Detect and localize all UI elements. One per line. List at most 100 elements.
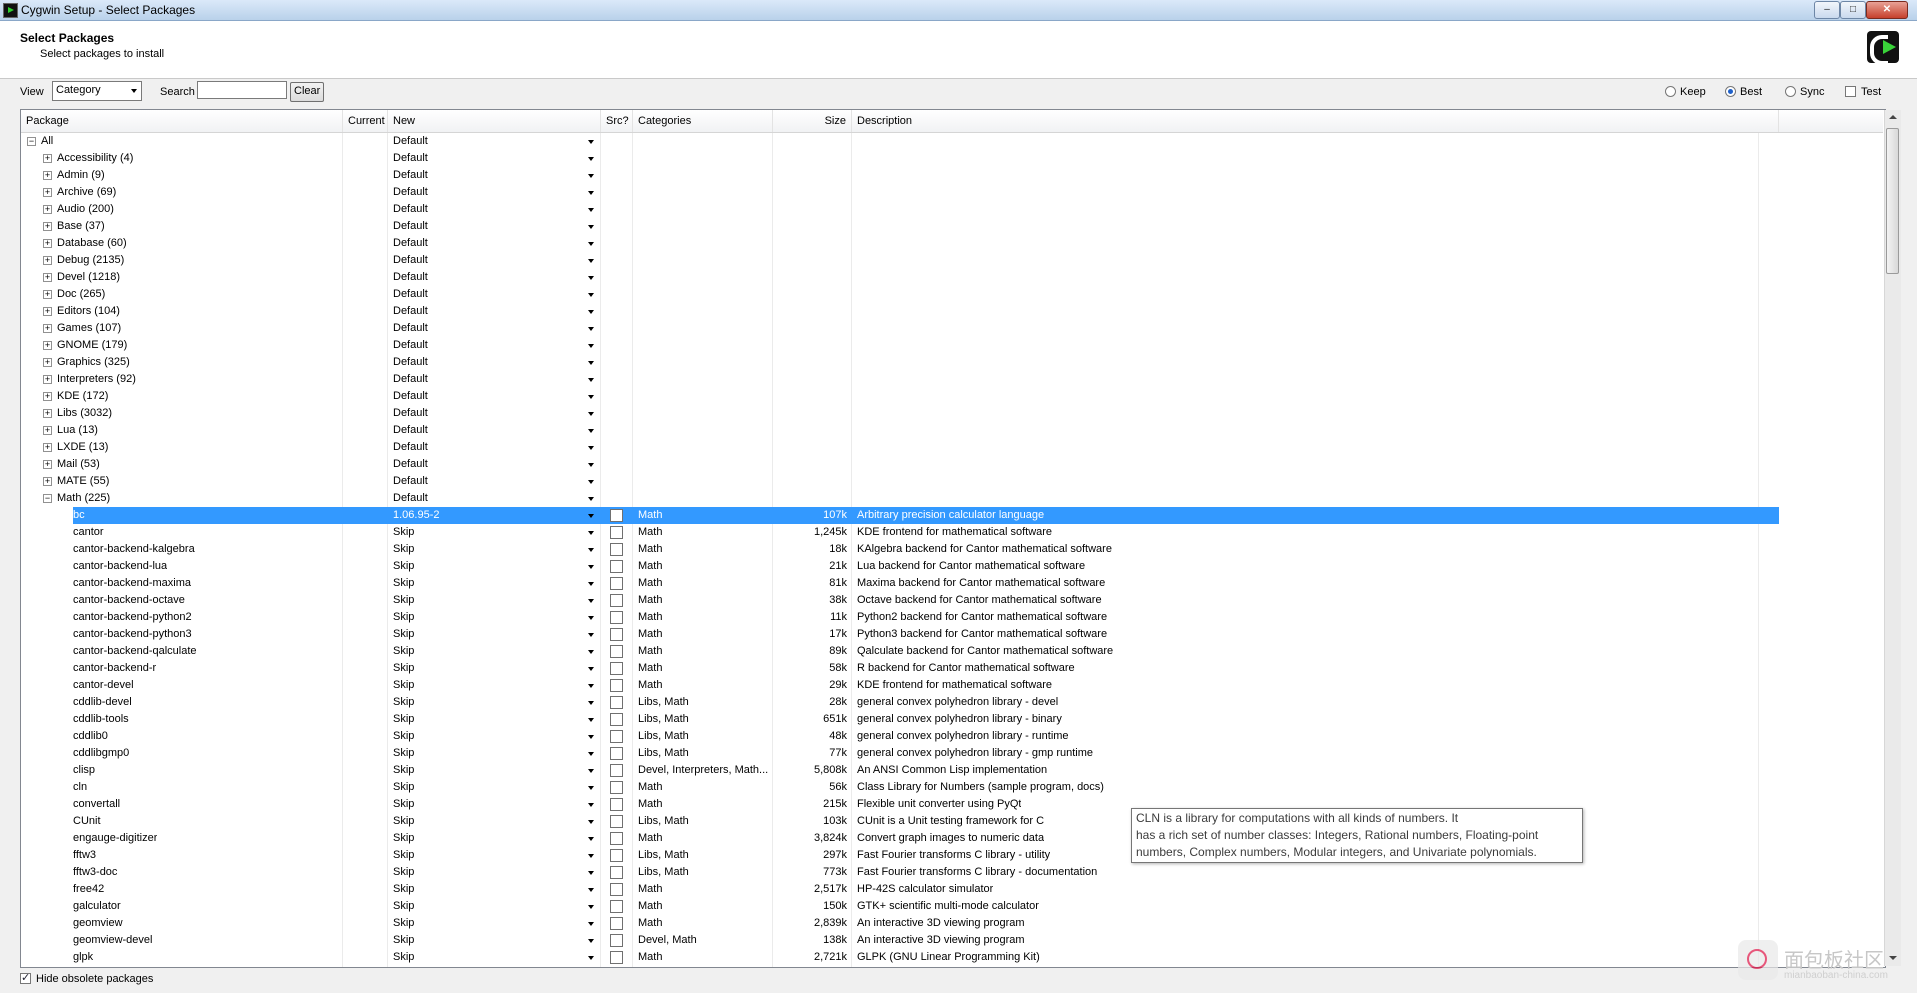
column-header-description[interactable]: Description [852, 110, 1779, 132]
new-version-select[interactable]: Skip [393, 541, 414, 558]
category-row[interactable]: + Libs (3032) Default [21, 405, 1883, 422]
new-version-select[interactable]: Default [393, 133, 428, 150]
new-version-select[interactable]: Default [393, 150, 428, 167]
package-row[interactable]: cantor-backend-octave Skip Math Octave back… [21, 592, 1883, 609]
chevron-down-icon[interactable] [588, 463, 594, 467]
best-radio[interactable] [1725, 86, 1736, 97]
chevron-down-icon[interactable] [588, 480, 594, 484]
category-row[interactable]: + MATE (55) Default [21, 473, 1883, 490]
expand-icon[interactable]: + [43, 273, 52, 282]
expand-icon[interactable]: + [43, 154, 52, 163]
chevron-down-icon[interactable] [588, 667, 594, 671]
package-row[interactable]: cddlib0 Skip Libs, Math general convex poly… [21, 728, 1883, 745]
chevron-down-icon[interactable] [588, 412, 594, 416]
category-row[interactable]: + Editors (104) Default [21, 303, 1883, 320]
source-checkbox[interactable] [610, 883, 623, 896]
chevron-down-icon[interactable] [588, 208, 594, 212]
expand-icon[interactable]: + [43, 358, 52, 367]
sync-radio[interactable] [1785, 86, 1796, 97]
source-checkbox[interactable] [610, 628, 623, 641]
best-label[interactable]: Best [1740, 86, 1762, 98]
new-version-select[interactable]: Default [393, 337, 428, 354]
package-row[interactable]: fftw3 Skip Libs, Math Fast Fourier transfor… [21, 847, 1883, 864]
source-checkbox[interactable] [610, 866, 623, 879]
category-row[interactable]: + Debug (2135) Default [21, 252, 1883, 269]
scroll-down-arrow-icon[interactable] [1885, 950, 1901, 966]
chevron-down-icon[interactable] [588, 446, 594, 450]
new-version-select[interactable]: Skip [393, 932, 414, 949]
expand-icon[interactable]: + [43, 256, 52, 265]
expand-icon[interactable]: + [43, 426, 52, 435]
category-row[interactable]: + Lua (13) Default [21, 422, 1883, 439]
new-version-select[interactable]: Skip [393, 915, 414, 932]
new-version-select[interactable]: Skip [393, 847, 414, 864]
chevron-down-icon[interactable] [588, 497, 594, 501]
expand-icon[interactable]: + [43, 341, 52, 350]
chevron-down-icon[interactable] [588, 174, 594, 178]
package-row[interactable]: cantor-backend-kalgebra Skip Math KAlgebra … [21, 541, 1883, 558]
category-row[interactable]: + GNOME (179) Default [21, 337, 1883, 354]
source-checkbox[interactable] [610, 764, 623, 777]
source-checkbox[interactable] [610, 611, 623, 624]
new-version-select[interactable]: Default [393, 439, 428, 456]
column-header-current[interactable]: Current [343, 110, 388, 132]
category-row[interactable]: − All Default [21, 133, 1883, 150]
test-label[interactable]: Test [1861, 86, 1881, 98]
chevron-down-icon[interactable] [588, 735, 594, 739]
new-version-select[interactable]: Skip [393, 558, 414, 575]
chevron-down-icon[interactable] [588, 191, 594, 195]
new-version-select[interactable]: Skip [393, 796, 414, 813]
new-version-select[interactable]: Skip [393, 694, 414, 711]
new-version-select[interactable]: Default [393, 388, 428, 405]
source-checkbox[interactable] [610, 509, 623, 522]
package-row[interactable]: fftw3-doc Skip Libs, Math Fast Fourier tran… [21, 864, 1883, 881]
chevron-down-icon[interactable] [588, 395, 594, 399]
chevron-down-icon[interactable] [588, 140, 594, 144]
new-version-select[interactable]: Skip [393, 813, 414, 830]
chevron-down-icon[interactable] [588, 922, 594, 926]
category-row[interactable]: + LXDE (13) Default [21, 439, 1883, 456]
source-checkbox[interactable] [610, 951, 623, 964]
source-checkbox[interactable] [610, 645, 623, 658]
chevron-down-icon[interactable] [588, 854, 594, 858]
chevron-down-icon[interactable] [588, 378, 594, 382]
chevron-down-icon[interactable] [588, 786, 594, 790]
new-version-select[interactable]: Skip [393, 949, 414, 966]
chevron-down-icon[interactable] [588, 276, 594, 280]
chevron-down-icon[interactable] [588, 242, 594, 246]
package-row[interactable]: bc 1.06.95-2 Math Arbitrary precision calcu… [21, 507, 1883, 524]
package-row[interactable]: cln Skip Math Class Library for Numbers (sa… [21, 779, 1883, 796]
package-row[interactable]: cantor-backend-lua Skip Math Lua backend fo… [21, 558, 1883, 575]
chevron-down-icon[interactable] [588, 769, 594, 773]
expand-icon[interactable]: + [43, 205, 52, 214]
source-checkbox[interactable] [610, 594, 623, 607]
chevron-down-icon[interactable] [588, 429, 594, 433]
new-version-select[interactable]: Skip [393, 626, 414, 643]
chevron-down-icon[interactable] [588, 837, 594, 841]
expand-icon[interactable]: + [43, 171, 52, 180]
new-version-select[interactable]: Default [393, 405, 428, 422]
chevron-down-icon[interactable] [588, 327, 594, 331]
source-checkbox[interactable] [610, 577, 623, 590]
package-row[interactable]: cddlibgmp0 Skip Libs, Math general convex p… [21, 745, 1883, 762]
source-checkbox[interactable] [610, 560, 623, 573]
chevron-down-icon[interactable] [588, 939, 594, 943]
source-checkbox[interactable] [610, 917, 623, 930]
category-row[interactable]: + Accessibility (4) Default [21, 150, 1883, 167]
category-row[interactable]: + Devel (1218) Default [21, 269, 1883, 286]
category-row[interactable]: + Database (60) Default [21, 235, 1883, 252]
column-header-new[interactable]: New [388, 110, 601, 132]
category-row[interactable]: + Archive (69) Default [21, 184, 1883, 201]
new-version-select[interactable]: Skip [393, 643, 414, 660]
expand-icon[interactable]: + [43, 409, 52, 418]
source-checkbox[interactable] [610, 662, 623, 675]
package-row[interactable]: cantor-backend-qalculate Skip Math Qalculat… [21, 643, 1883, 660]
vertical-scrollbar[interactable] [1884, 110, 1901, 966]
package-row[interactable]: cantor-backend-r Skip Math R backend for Ca… [21, 660, 1883, 677]
expand-icon[interactable]: + [43, 392, 52, 401]
hide-obsolete-label[interactable]: Hide obsolete packages [36, 973, 153, 985]
chevron-down-icon[interactable] [588, 616, 594, 620]
chevron-down-icon[interactable] [588, 633, 594, 637]
scroll-thumb[interactable] [1886, 128, 1899, 274]
new-version-select[interactable]: Default [393, 252, 428, 269]
